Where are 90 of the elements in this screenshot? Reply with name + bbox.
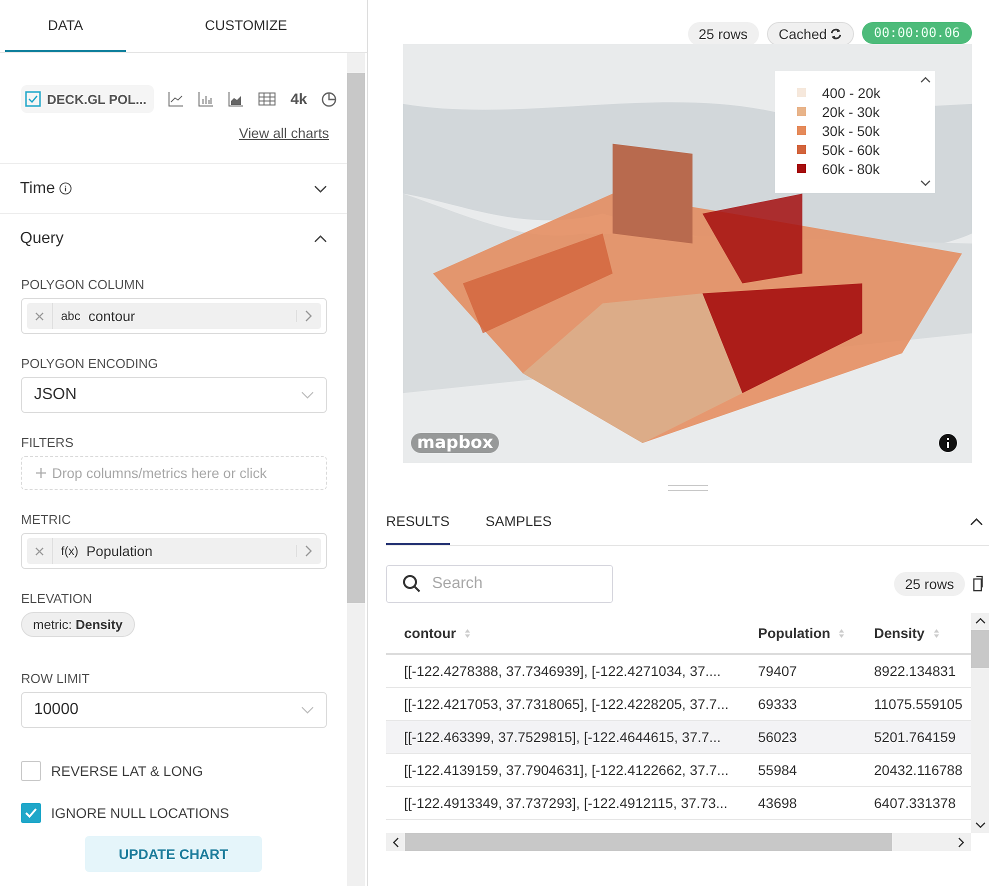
scroll-right-icon[interactable] xyxy=(958,836,965,848)
chevron-down-icon xyxy=(301,391,314,399)
table-cell-text: 56023 xyxy=(757,729,798,745)
chevron-up-icon[interactable] xyxy=(920,76,931,83)
column-name: contour xyxy=(88,308,136,324)
area-chart-icon[interactable] xyxy=(228,91,244,107)
scrollbar[interactable] xyxy=(386,833,971,851)
bar-chart-icon[interactable] xyxy=(198,91,214,107)
scroll-thumb[interactable] xyxy=(405,833,892,851)
map-view[interactable]: 400 - 20k 20k - 30k 30k - 50k 50k - 60k 60k - 80k mapbox xyxy=(403,44,972,463)
table-cell-text: [[-122.4913349, 37.737293], [-122.4912115, 37.73... xyxy=(403,795,729,811)
table-cell-text: 5201.764159 xyxy=(873,729,957,745)
checkbox-label: REVERSE LAT & LONG xyxy=(51,763,203,779)
column-name: Population xyxy=(86,543,154,559)
column-select[interactable]: f(x) Population xyxy=(21,533,327,569)
panel-tab[interactable]: CUSTOMIZE xyxy=(126,0,366,52)
line-chart-icon[interactable] xyxy=(168,91,184,107)
query-timer: 00:00:00.06 xyxy=(862,22,972,44)
copy-icon[interactable] xyxy=(973,575,983,593)
table-cell-text: [[-122.4139159, 37.7904631], [-122.4122662, 37.7... xyxy=(403,762,730,778)
table-cell-text: 69333 xyxy=(757,696,798,712)
legend-label: 20k - 30k xyxy=(822,104,880,120)
pie-chart-icon[interactable] xyxy=(321,91,338,107)
scroll-down-icon[interactable] xyxy=(974,822,986,829)
type-label: f(x) xyxy=(61,544,78,558)
update-chart-button[interactable]: UPDATE CHART xyxy=(85,836,262,872)
big-number-button[interactable]: 4k xyxy=(290,90,308,108)
table-row[interactable]: [[-122.4913349, 37.737293], [-122.4912115, 37.73... 43698 6407.331378 xyxy=(386,787,971,820)
scroll-left-icon[interactable] xyxy=(392,836,399,848)
table-icon[interactable] xyxy=(258,91,276,107)
column-header[interactable]: Density xyxy=(858,625,971,641)
panel-tab[interactable]: DATA xyxy=(5,0,126,52)
row-count-badge: 25 rows xyxy=(688,22,759,46)
select-field[interactable]: JSON xyxy=(21,377,327,413)
table-cell-text: [[-122.4217053, 37.7318065], [-122.4228205, 37.7... xyxy=(403,696,730,712)
view-all-charts-link[interactable]: View all charts xyxy=(238,125,329,141)
drop-zone-placeholder: Drop columns/metrics here or click xyxy=(52,465,267,481)
control-label: METRIC xyxy=(21,512,71,527)
select-value: JSON xyxy=(34,386,77,404)
chevron-down-icon xyxy=(301,706,314,714)
scrollbar[interactable] xyxy=(971,613,989,833)
column-select[interactable]: abc contour xyxy=(21,298,327,334)
chevron-down-icon[interactable] xyxy=(920,180,931,187)
table-row[interactable]: [[-122.4278388, 37.7346939], [-122.4271034, 37.... 79407 8922.134831 xyxy=(386,655,971,688)
control-label: POLYGON ENCODING xyxy=(21,356,158,371)
table-cell-text: 8922.134831 xyxy=(873,663,957,679)
legend-label: 60k - 80k xyxy=(822,160,880,176)
control-label: ROW LIMIT xyxy=(21,671,90,686)
row-count-badge: 25 rows xyxy=(894,572,965,596)
table-cell-text: 55984 xyxy=(757,762,798,778)
checkbox-icon xyxy=(25,91,41,107)
checkbox-label: IGNORE NULL LOCATIONS xyxy=(51,805,230,821)
table-cell-text: [[-122.4278388, 37.7346939], [-122.4271034, 37.... xyxy=(403,663,722,679)
search-field[interactable]: Search xyxy=(386,565,613,603)
legend-label: 30k - 50k xyxy=(822,122,880,138)
column-header[interactable]: contour xyxy=(386,625,742,641)
section-title: Time xyxy=(20,180,55,198)
table-cell-text: 11075.559105 xyxy=(873,696,964,712)
legend-label: 50k - 60k xyxy=(822,142,880,158)
results-tab[interactable]: SAMPLES xyxy=(486,499,552,545)
cached-button[interactable]: Cached xyxy=(766,22,854,46)
scroll-thumb[interactable] xyxy=(347,73,365,603)
control-label: POLYGON COLUMN xyxy=(21,277,144,292)
select-field[interactable]: 10000 xyxy=(21,692,327,728)
table-row[interactable]: [[-122.4139159, 37.7904631], [-122.4122662, 37.7... 55984 20432.116788 xyxy=(386,754,971,787)
refresh-icon xyxy=(830,28,842,40)
checkbox[interactable] xyxy=(21,761,41,781)
scroll-up-icon[interactable] xyxy=(974,617,986,624)
control-label: FILTERS xyxy=(21,435,74,450)
table-cell-text: 6407.331378 xyxy=(873,795,957,811)
info-icon[interactable] xyxy=(938,433,958,453)
control-label: ELEVATION xyxy=(21,591,92,606)
column-header[interactable]: Population xyxy=(742,625,858,641)
legend-label: 400 - 20k xyxy=(822,84,880,100)
plus-icon xyxy=(36,468,46,478)
scroll-thumb[interactable] xyxy=(971,630,989,668)
checkbox[interactable] xyxy=(21,803,41,823)
table-cell-text: [[-122.463399, 37.7529815], [-122.4644615, 37.7... xyxy=(403,729,722,745)
results-tab[interactable]: RESULTS xyxy=(386,499,450,545)
type-label: abc xyxy=(61,309,80,323)
chevron-up-icon[interactable] xyxy=(970,518,983,526)
scrollbar[interactable] xyxy=(347,53,365,886)
table-row[interactable]: [[-122.463399, 37.7529815], [-122.4644615, 37.7... 56023 5201.764159 xyxy=(386,721,971,754)
table-cell-text: 20432.116788 xyxy=(873,762,964,778)
select-value: 10000 xyxy=(34,701,78,719)
table-cell-text: 79407 xyxy=(757,663,798,679)
table-cell-text: 43698 xyxy=(757,795,798,811)
elevation-pill[interactable]: metric: Density xyxy=(21,612,135,637)
section-title: Query xyxy=(20,230,64,248)
chart-type-button[interactable]: DECK.GL POL... xyxy=(21,85,154,113)
